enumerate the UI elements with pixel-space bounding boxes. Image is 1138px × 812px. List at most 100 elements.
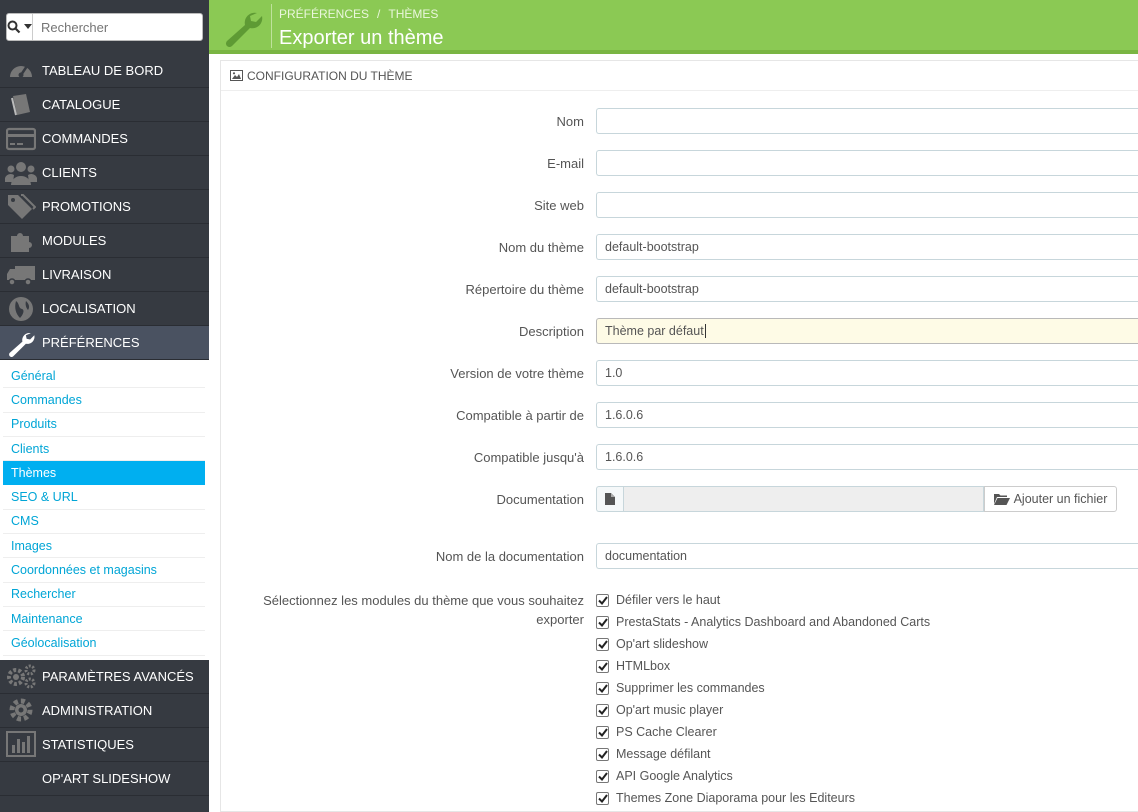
search-type-button[interactable] bbox=[7, 14, 33, 40]
credit-card-icon bbox=[0, 122, 42, 156]
module-item: HTMLbox bbox=[596, 655, 930, 677]
sidebar-item-clients[interactable]: CLIENTS bbox=[0, 156, 209, 190]
sidebar-item-parametres-avances[interactable]: PARAMÈTRES AVANCÉS bbox=[0, 659, 209, 694]
module-label: Message défilant bbox=[616, 747, 711, 761]
sidebar-item-label: CATALOGUE bbox=[42, 97, 121, 112]
sidebar-item-label: OP'ART SLIDESHOW bbox=[42, 770, 171, 786]
submenu-item-maintenance[interactable]: Maintenance bbox=[3, 607, 205, 632]
compatible-from-field[interactable]: 1.6.0.6 bbox=[596, 402, 1138, 428]
label-version: Version de votre thème bbox=[450, 366, 584, 381]
submenu-item-general[interactable]: Général bbox=[3, 364, 205, 389]
module-item: PrestaStats - Analytics Dashboard and Ab… bbox=[596, 611, 930, 633]
compatible-to-field[interactable]: 1.6.0.6 bbox=[596, 444, 1138, 470]
sidebar-item-commandes[interactable]: COMMANDES bbox=[0, 122, 209, 156]
sidebar-item-label: TABLEAU DE BORD bbox=[42, 63, 164, 78]
submenu-item-seo-url[interactable]: SEO & URL bbox=[3, 485, 205, 510]
submenu-item-commandes[interactable]: Commandes bbox=[3, 388, 205, 413]
sidebar-item-op-art-slideshow[interactable]: OP'ART SLIDESHOW bbox=[0, 761, 209, 796]
module-label: Supprimer les commandes bbox=[616, 681, 765, 695]
doc-name-field[interactable]: documentation bbox=[596, 543, 1138, 569]
search-icon bbox=[7, 20, 21, 34]
wrench-icon bbox=[225, 12, 263, 47]
label-theme-name: Nom du thème bbox=[498, 240, 584, 255]
blank-icon bbox=[0, 761, 42, 795]
header-separator bbox=[271, 4, 272, 48]
documentation-file-input: Ajouter un fichier bbox=[596, 486, 1117, 512]
module-checkbox[interactable] bbox=[596, 659, 609, 673]
submenu-item-clients[interactable]: Clients bbox=[3, 437, 205, 462]
check-icon bbox=[597, 639, 608, 649]
submenu-item-coordonnees-et-magasins[interactable]: Coordonnées et magasins bbox=[3, 558, 205, 583]
search-input[interactable] bbox=[33, 14, 217, 40]
label-email: E-mail bbox=[547, 156, 584, 171]
panel-title: CONFIGURATION DU THÈME bbox=[247, 68, 413, 83]
check-icon bbox=[597, 595, 608, 605]
sidebar-item-label: STATISTIQUES bbox=[42, 736, 134, 752]
preferences-submenu: Général Commandes Produits Clients Thèmes SEO… bbox=[0, 360, 209, 660]
module-checkbox[interactable] bbox=[596, 593, 609, 607]
submenu-item-cms[interactable]: CMS bbox=[3, 510, 205, 535]
sidebar-item-label: PARAMÈTRES AVANCÉS bbox=[42, 668, 194, 684]
picture-icon bbox=[230, 70, 243, 81]
module-label: Themes Zone Diaporama pour les Editeurs bbox=[616, 791, 856, 805]
description-field[interactable]: Thème par défaut bbox=[596, 318, 1138, 344]
tags-icon bbox=[0, 190, 42, 224]
breadcrumb-item-preferences[interactable]: PRÉFÉRENCES bbox=[279, 7, 369, 21]
module-checkbox[interactable] bbox=[596, 703, 609, 717]
check-icon bbox=[597, 683, 608, 693]
sidebar-item-statistiques[interactable]: STATISTIQUES bbox=[0, 727, 209, 762]
module-label: PrestaStats - Analytics Dashboard and Ab… bbox=[616, 615, 931, 629]
file-name-display[interactable] bbox=[623, 486, 984, 512]
sidebar-item-modules[interactable]: MODULES bbox=[0, 224, 209, 258]
theme-name-field[interactable]: default-bootstrap bbox=[596, 234, 1138, 260]
breadcrumb-item-themes[interactable]: THÈMES bbox=[388, 7, 438, 21]
sidebar-item-promotions[interactable]: PROMOTIONS bbox=[0, 190, 209, 224]
submenu-item-themes[interactable]: Thèmes bbox=[3, 461, 205, 486]
submenu-item-produits[interactable]: Produits bbox=[3, 413, 205, 437]
label-modules: Sélectionnez les modules du thème que vo… bbox=[263, 593, 584, 627]
module-checkbox[interactable] bbox=[596, 769, 609, 783]
module-checkbox[interactable] bbox=[596, 681, 609, 695]
submenu-item-rechercher[interactable]: Rechercher bbox=[3, 583, 205, 607]
sidebar-item-catalogue[interactable]: CATALOGUE bbox=[0, 88, 209, 122]
module-checkbox[interactable] bbox=[596, 637, 609, 651]
sidebar-item-preferences[interactable]: PRÉFÉRENCES bbox=[0, 326, 209, 360]
site-web-field[interactable] bbox=[596, 192, 1138, 218]
module-item: Op'art slideshow bbox=[596, 633, 930, 655]
caret-down-icon bbox=[24, 24, 32, 29]
check-icon bbox=[597, 771, 608, 781]
sidebar-item-tableau-de-bord[interactable]: TABLEAU DE BORD bbox=[0, 54, 209, 88]
check-icon bbox=[597, 793, 608, 803]
sidebar-item-localisation[interactable]: LOCALISATION bbox=[0, 292, 209, 326]
label-doc-name: Nom de la documentation bbox=[435, 549, 584, 564]
email-field[interactable] bbox=[596, 150, 1138, 176]
nom-field[interactable] bbox=[596, 108, 1138, 134]
modules-list: Défiler vers le haut PrestaStats - Analyt… bbox=[596, 589, 930, 809]
breadcrumb: PRÉFÉRENCES / THÈMES bbox=[279, 7, 438, 21]
submenu-item-images[interactable]: Images bbox=[3, 534, 205, 559]
cog-icon bbox=[0, 693, 42, 727]
module-checkbox[interactable] bbox=[596, 725, 609, 739]
sidebar-item-label: ADMINISTRATION bbox=[42, 702, 153, 718]
module-checkbox[interactable] bbox=[596, 747, 609, 761]
label-documentation: Documentation bbox=[496, 492, 584, 507]
module-checkbox[interactable] bbox=[596, 791, 609, 805]
folder-open-icon bbox=[993, 494, 1010, 505]
theme-directory-field[interactable]: default-bootstrap bbox=[596, 276, 1138, 302]
version-field[interactable]: 1.0 bbox=[596, 360, 1138, 386]
check-icon bbox=[597, 727, 608, 737]
check-icon bbox=[597, 705, 608, 715]
sidebar-item-administration[interactable]: ADMINISTRATION bbox=[0, 693, 209, 728]
page-header: PRÉFÉRENCES / THÈMES Exporter un thème bbox=[209, 0, 1138, 54]
add-file-label: Ajouter un fichier bbox=[1013, 492, 1108, 506]
module-checkbox[interactable] bbox=[596, 615, 609, 629]
cogs-icon bbox=[0, 659, 42, 693]
add-file-button[interactable]: Ajouter un fichier bbox=[984, 486, 1117, 512]
sidebar-item-livraison[interactable]: LIVRAISON bbox=[0, 258, 209, 292]
module-item: PS Cache Clearer bbox=[596, 721, 930, 743]
label-nom: Nom bbox=[556, 114, 584, 129]
module-label: Op'art music player bbox=[616, 703, 724, 717]
module-item: Défiler vers le haut bbox=[596, 589, 930, 611]
submenu-item-geolocalisation[interactable]: Géolocalisation bbox=[3, 631, 205, 656]
theme-config-panel: CONFIGURATION DU THÈME Nom E-mail Site w… bbox=[220, 60, 1138, 812]
